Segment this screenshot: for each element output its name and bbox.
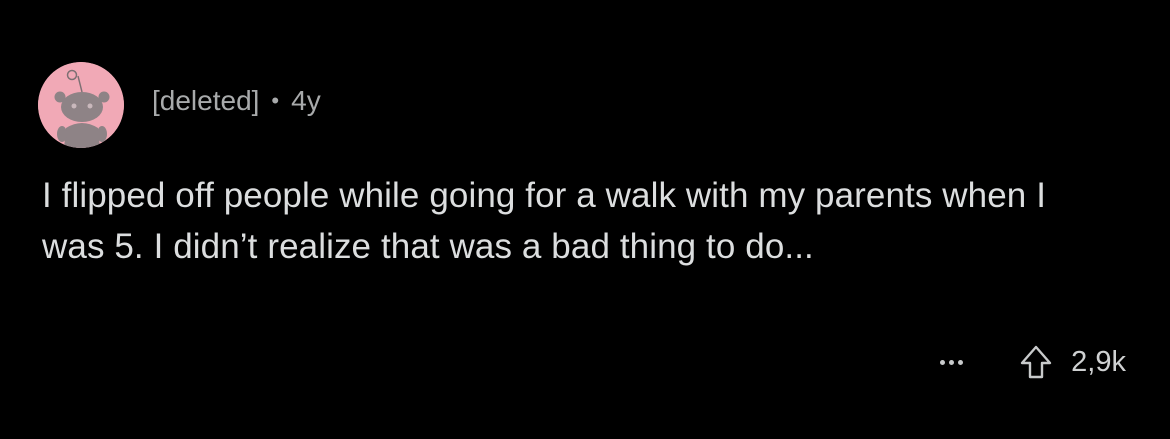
comment-age: 4y xyxy=(291,85,321,116)
comment-body: I flipped off people while going for a w… xyxy=(42,176,1047,266)
author-name[interactable]: [deleted] xyxy=(152,85,259,117)
more-dot xyxy=(940,359,946,365)
upvote-button[interactable]: 2,9k xyxy=(1019,344,1126,380)
comment-actions: 2,9k xyxy=(940,340,1126,384)
more-dot xyxy=(949,359,955,365)
more-dot xyxy=(958,359,964,365)
comment-meta: [deleted] • 4y xyxy=(152,84,321,118)
snoo-avatar-icon xyxy=(38,62,124,148)
more-options-icon[interactable] xyxy=(940,359,964,365)
upvote-arrow-icon xyxy=(1020,345,1052,379)
avatar[interactable] xyxy=(38,62,124,148)
separator-dot: • xyxy=(271,88,280,113)
vote-score: 2,9k xyxy=(1071,345,1126,378)
comment: [deleted] • 4y I flipped off people whil… xyxy=(0,0,1170,439)
